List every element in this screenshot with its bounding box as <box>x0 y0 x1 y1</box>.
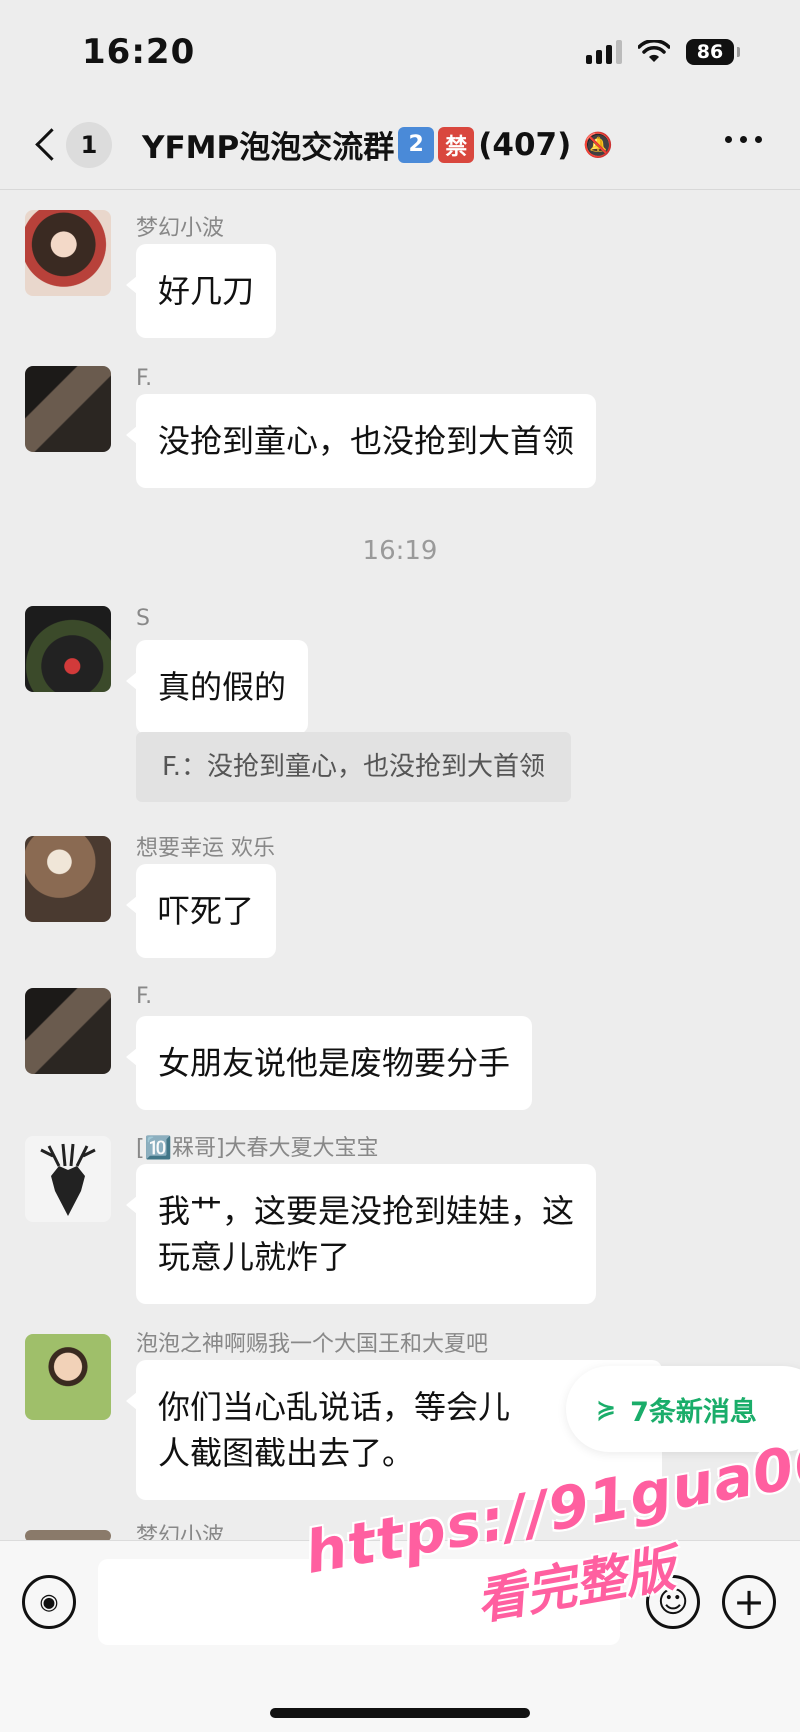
sender-name: 泡泡之神啊赐我一个大国王和大夏吧 <box>136 1332 489 1357</box>
sender-name: 想要幸运 欢乐 <box>136 836 275 861</box>
chat-title-text: YFMP泡泡交流群 <box>142 130 395 166</box>
avatar[interactable] <box>25 1334 111 1420</box>
message-line: 人截图截出去了。 <box>158 1434 415 1472</box>
voice-input-icon[interactable]: ◉ <box>22 1575 76 1629</box>
number-2-emoji-icon: 2 <box>398 126 435 163</box>
unread-count-badge[interactable]: 1 <box>66 121 112 168</box>
member-count: (407) <box>478 126 572 163</box>
message-bubble[interactable]: 吓死了 <box>125 864 277 958</box>
status-bar: 16:20 86 <box>0 0 800 100</box>
message-line: 我艹，这要是没抢到娃娃，这 <box>158 1192 575 1230</box>
chat-title[interactable]: YFMP泡泡交流群 2 禁 (407) 🔕 <box>142 122 613 167</box>
mute-bell-icon: 🔕 <box>583 130 614 159</box>
avatar[interactable] <box>25 366 111 452</box>
sender-name: F. <box>136 984 153 1009</box>
sender-name: [🔟槑哥]大春大夏大宝宝 <box>136 1136 379 1161</box>
avatar[interactable] <box>25 836 111 922</box>
message-timestamp: 16:19 <box>362 536 438 566</box>
sender-name: S <box>136 606 150 631</box>
home-indicator <box>270 1708 530 1718</box>
avatar[interactable] <box>25 1136 111 1222</box>
message-bubble[interactable]: 真的假的 <box>125 640 309 734</box>
message-bubble[interactable]: 好几刀 <box>125 244 277 338</box>
sender-name: F. <box>136 366 153 391</box>
double-chevron-down-icon: ≽ <box>596 1395 617 1423</box>
more-options-icon[interactable] <box>725 136 762 143</box>
avatar[interactable] <box>25 988 111 1074</box>
status-icons: 86 <box>586 39 740 65</box>
new-messages-label: 7条新消息 <box>630 1396 757 1428</box>
signal-icon <box>586 40 622 64</box>
message-bubble[interactable]: 女朋友说他是废物要分手 <box>125 1016 533 1110</box>
sender-name: 梦幻小波 <box>136 216 225 241</box>
deer-icon <box>40 1143 96 1216</box>
battery-icon: 86 <box>686 39 740 65</box>
status-time: 16:20 <box>82 32 196 72</box>
forbidden-emoji-icon: 禁 <box>438 126 475 163</box>
message-line: 玩意儿就炸了 <box>158 1238 351 1276</box>
message-bubble[interactable]: 我艹，这要是没抢到娃娃，这 玩意儿就炸了 <box>125 1164 597 1304</box>
avatar[interactable] <box>25 606 111 692</box>
avatar[interactable] <box>25 210 111 296</box>
chat-header: 1 YFMP泡泡交流群 2 禁 (407) 🔕 <box>0 100 800 190</box>
quoted-message[interactable]: F.：没抢到童心，也没抢到大首领 <box>136 732 572 802</box>
message-bubble[interactable]: 没抢到童心，也没抢到大首领 <box>125 394 597 488</box>
back-icon[interactable] <box>30 125 64 165</box>
wifi-icon <box>638 40 670 62</box>
